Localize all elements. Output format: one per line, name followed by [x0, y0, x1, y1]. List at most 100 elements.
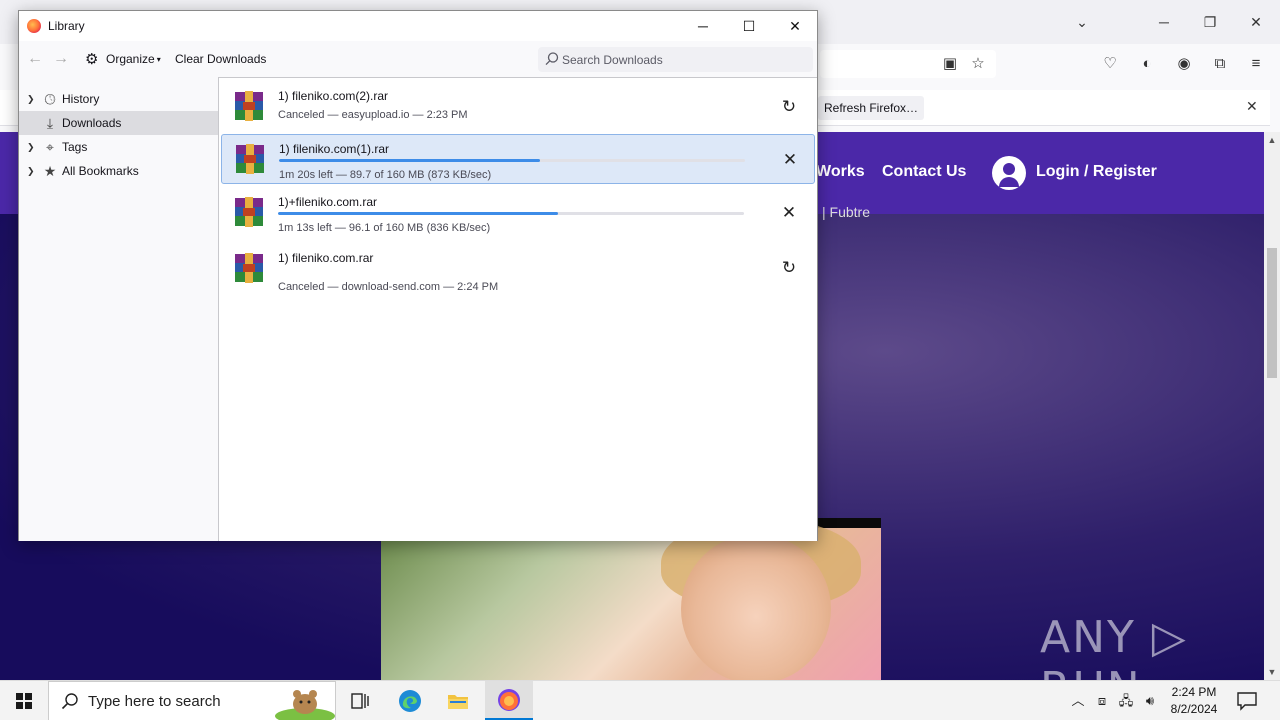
- organize-button[interactable]: ⚙ Organize ▾: [85, 49, 161, 69]
- rar-archive-icon: [235, 253, 263, 283]
- windows-taskbar: Type here to search ︿ ⧈ 🖧︎ 🔊︎ 2:24 PM 8/…: [0, 680, 1280, 720]
- download-filename: 1) fileniko.com(1).rar: [279, 142, 390, 156]
- download-status: 1m 20s left — 89.7 of 160 MB (873 KB/sec…: [279, 169, 492, 181]
- site-subtitle: | Fubtre: [822, 204, 870, 220]
- rar-archive-icon: [236, 144, 264, 174]
- windows-logo-icon: [16, 693, 32, 709]
- firefox-logo-icon: [27, 19, 41, 33]
- download-icon: ⤓: [46, 115, 54, 131]
- scroll-thumb[interactable]: [1267, 248, 1277, 378]
- rar-archive-icon: [235, 91, 263, 121]
- cancel-icon[interactable]: ✕: [777, 201, 801, 225]
- firefox-icon: [498, 689, 520, 711]
- download-status: 1m 13s left — 96.1 of 160 MB (836 KB/sec…: [278, 222, 491, 234]
- gear-icon: ⚙: [85, 51, 99, 68]
- close-icon[interactable]: ✕: [1244, 10, 1268, 34]
- refresh-firefox-button[interactable]: Refresh Firefox…: [818, 96, 925, 120]
- search-icon: [61, 693, 78, 710]
- pocket-icon[interactable]: ♡: [1100, 54, 1120, 74]
- download-item[interactable]: 1) fileniko.com.rar Canceled — download-…: [221, 244, 815, 294]
- retry-icon[interactable]: ↻: [777, 256, 801, 280]
- start-button[interactable]: [0, 681, 48, 720]
- star-icon: ★: [43, 163, 57, 179]
- clock-time: 2:24 PM: [1171, 685, 1217, 699]
- page-scrollbar[interactable]: [1264, 132, 1280, 680]
- search-box[interactable]: [538, 47, 813, 72]
- sidebar-item-tags[interactable]: ❯ ⌖ Tags: [19, 135, 218, 159]
- notification-icon[interactable]: [1236, 691, 1258, 711]
- sidebar-item-label: Downloads: [62, 116, 122, 130]
- chevron-down-icon: ▾: [156, 55, 161, 64]
- network-icon[interactable]: 🖧︎: [1116, 691, 1136, 711]
- chevron-down-icon[interactable]: ⌄: [1070, 10, 1094, 34]
- download-filename: 1) fileniko.com(2).rar: [278, 89, 389, 103]
- download-status: Canceled — download-send.com — 2:24 PM: [278, 281, 499, 293]
- download-item[interactable]: 1) fileniko.com(2).rar Canceled — easyup…: [221, 82, 815, 132]
- taskbar-search-placeholder: Type here to search: [88, 693, 221, 710]
- close-icon[interactable]: ✕: [1246, 98, 1258, 115]
- taskbar-search-box[interactable]: Type here to search: [48, 681, 336, 720]
- download-item[interactable]: 1)+fileniko.com.rar 1m 13s left — 96.1 o…: [221, 188, 815, 238]
- back-arrow-icon[interactable]: ←: [25, 49, 45, 69]
- scroll-down-icon[interactable]: ▼: [1264, 664, 1280, 680]
- chevron-right-icon[interactable]: ❯: [27, 159, 37, 183]
- clock-icon: 🕓︎: [44, 91, 56, 107]
- scroll-up-icon[interactable]: ▲: [1264, 132, 1280, 148]
- organize-label: Organize: [106, 52, 155, 66]
- reader-view-icon[interactable]: ▣: [940, 54, 960, 74]
- sidebar-item-history[interactable]: ❯ 🕓︎ History: [19, 87, 218, 111]
- minimize-icon[interactable]: ─: [1152, 10, 1176, 34]
- nav-link-contact[interactable]: Contact Us: [882, 163, 966, 181]
- hero-image: [381, 518, 881, 680]
- sidebar-item-downloads[interactable]: ⤓ Downloads: [19, 111, 218, 135]
- restore-icon[interactable]: ❐: [1198, 10, 1222, 34]
- file-explorer-taskbar-button[interactable]: [434, 681, 482, 720]
- user-icon[interactable]: [992, 156, 1026, 190]
- download-filename: 1) fileniko.com.rar: [278, 251, 374, 265]
- maximize-button[interactable]: ☐: [726, 11, 772, 41]
- chevron-up-icon[interactable]: ︿: [1068, 691, 1088, 711]
- rar-archive-icon: [235, 197, 263, 227]
- close-button[interactable]: ✕: [772, 11, 818, 41]
- download-item[interactable]: 1) fileniko.com(1).rar 1m 20s left — 89.…: [221, 134, 815, 184]
- library-sidebar: ❯ 🕓︎ History ⤓ Downloads ❯ ⌖ Tags ❯ ★ Al…: [19, 77, 219, 541]
- minimize-button[interactable]: ─: [680, 11, 726, 41]
- task-view-icon: [351, 693, 369, 709]
- search-icon: [545, 52, 559, 66]
- download-progress-bar: [279, 159, 745, 162]
- chevron-right-icon[interactable]: ❯: [27, 135, 37, 159]
- chevron-right-icon[interactable]: ❯: [27, 87, 37, 111]
- task-view-button[interactable]: [336, 681, 384, 720]
- system-clock[interactable]: 2:24 PM 8/2/2024: [1160, 684, 1228, 718]
- download-progress-bar: [278, 212, 744, 215]
- sidebar-item-label: All Bookmarks: [62, 164, 139, 178]
- nav-link-works[interactable]: Works: [816, 163, 865, 181]
- retry-icon[interactable]: ↻: [777, 95, 801, 119]
- account-icon[interactable]: ◉: [1174, 54, 1194, 74]
- forward-arrow-icon[interactable]: →: [51, 49, 71, 69]
- sidebar-item-label: History: [62, 92, 100, 106]
- clock-date: 8/2/2024: [1170, 702, 1218, 716]
- tag-icon: ⌖: [46, 139, 54, 155]
- edge-taskbar-button[interactable]: [386, 681, 434, 720]
- search-downloads-input[interactable]: [562, 50, 807, 69]
- extension-icon[interactable]: ◐: [1137, 54, 1157, 74]
- firefox-taskbar-button[interactable]: [485, 681, 533, 720]
- bookmark-star-icon[interactable]: ☆: [968, 54, 988, 74]
- sidebar-item-label: Tags: [62, 140, 88, 154]
- window-title: Library: [48, 19, 85, 33]
- title-bar: Library ─ ☐ ✕: [19, 11, 817, 41]
- folder-icon: [448, 695, 468, 709]
- clear-downloads-button[interactable]: Clear Downloads: [175, 49, 266, 69]
- library-window: Library ─ ☐ ✕ ← → ⚙ Organize ▾ Clear Downl…: [18, 10, 818, 541]
- download-status: Canceled — easyupload.io — 2:23 PM: [278, 109, 468, 121]
- downloads-list: 1) fileniko.com(2).rar Canceled — easyup…: [219, 77, 817, 541]
- sidebar-item-all-bookmarks[interactable]: ❯ ★ All Bookmarks: [19, 159, 218, 183]
- extensions-icon[interactable]: ⧉: [1210, 54, 1230, 74]
- nav-link-login[interactable]: Login / Register: [1036, 163, 1157, 181]
- menu-icon[interactable]: ≡: [1246, 54, 1266, 74]
- volume-icon[interactable]: 🔊︎: [1140, 691, 1160, 711]
- edge-icon: [399, 690, 421, 712]
- cancel-icon[interactable]: ✕: [778, 148, 802, 172]
- meet-now-icon[interactable]: ⧈: [1092, 691, 1112, 711]
